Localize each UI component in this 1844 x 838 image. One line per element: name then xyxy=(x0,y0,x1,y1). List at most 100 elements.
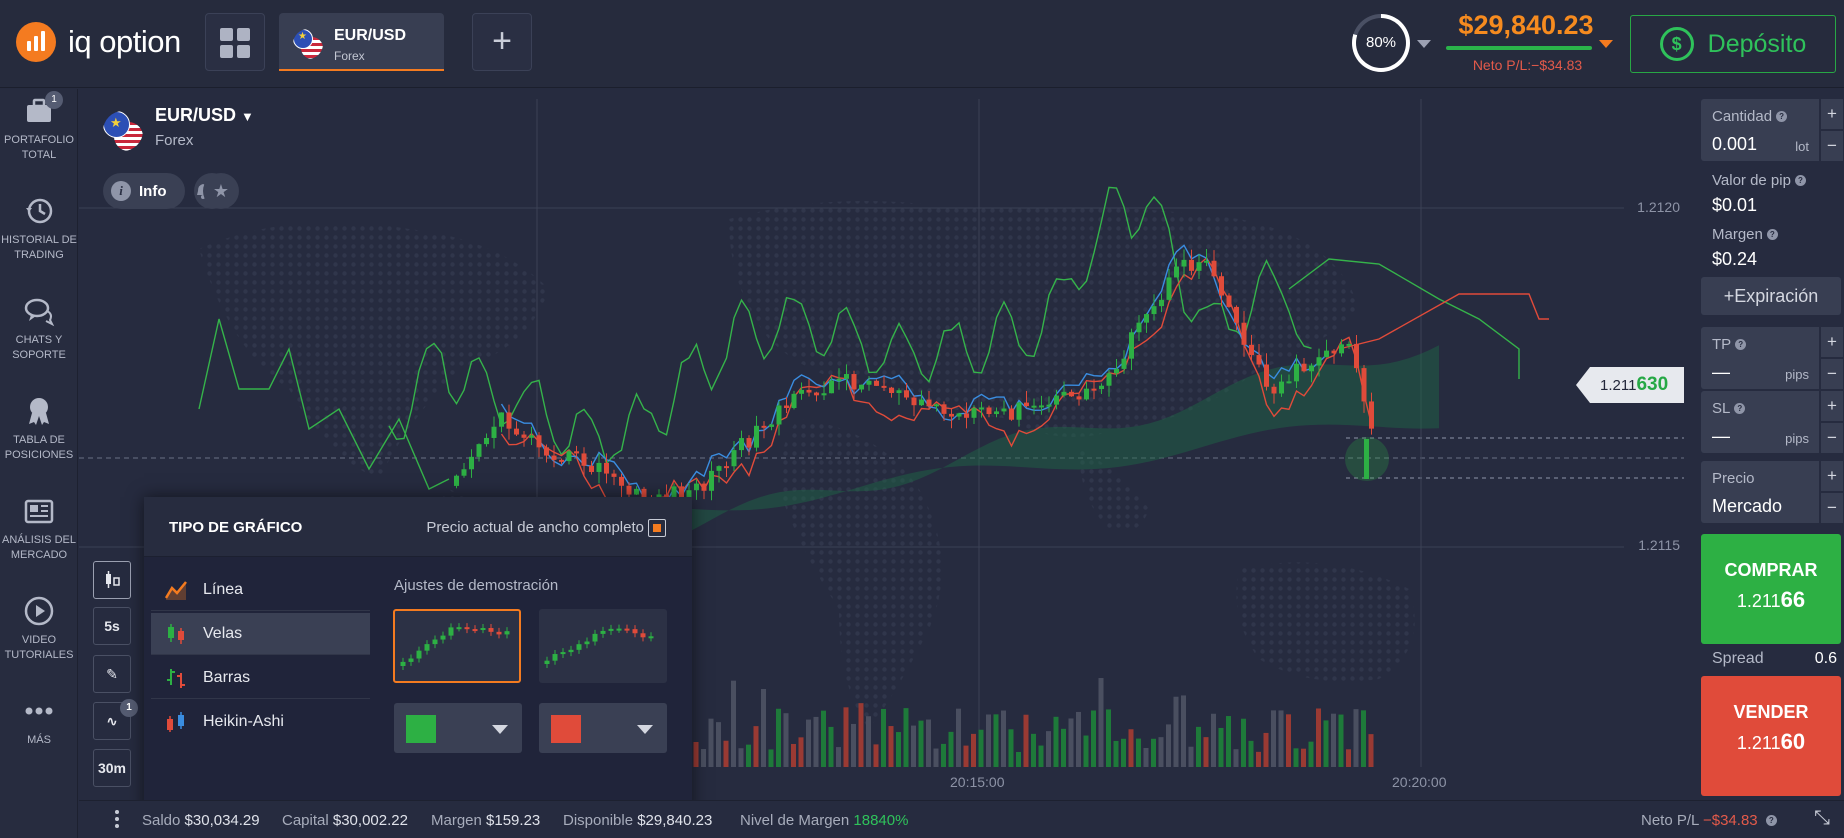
disponible-stat: Disponible $29,840.23 xyxy=(563,812,713,829)
sl-value[interactable]: — xyxy=(1712,426,1730,447)
price-label: Precio xyxy=(1712,470,1755,487)
help-icon: ? xyxy=(1734,403,1746,414)
help-icon: ? xyxy=(1794,175,1806,186)
demo-style-hollow[interactable] xyxy=(393,609,521,683)
sidebar-item-analisis[interactable]: ANÁLISIS DEL MERCADO xyxy=(0,495,78,563)
down-color-select[interactable] xyxy=(539,703,667,753)
info-button[interactable]: i Info xyxy=(103,173,185,209)
balance-value[interactable]: $29,840.23 xyxy=(1450,10,1602,41)
sidebar-item-historial[interactable]: HISTORIAL DE TRADING xyxy=(0,195,78,263)
expiration-button[interactable]: +Expiración xyxy=(1701,277,1841,315)
down-color-swatch xyxy=(551,715,581,743)
asset-tab-eurusd[interactable]: EUR/USD Forex xyxy=(279,13,444,71)
logo-text: iq option xyxy=(68,24,181,59)
tp-plus-button[interactable]: + xyxy=(1821,327,1843,357)
quantity-plus-button[interactable]: + xyxy=(1821,99,1843,129)
buy-button[interactable]: COMPRAR 1.21166 xyxy=(1701,534,1841,644)
sl-plus-button[interactable]: + xyxy=(1821,391,1843,421)
chart-type-tool-button[interactable] xyxy=(93,561,131,599)
demo-settings-title: Ajustes de demostración xyxy=(394,577,559,594)
account-gauge[interactable]: 80% xyxy=(1352,14,1410,72)
demo-candles-preview xyxy=(544,624,654,668)
balance-chevron-down-icon[interactable] xyxy=(1599,40,1613,48)
quantity-minus-button[interactable]: − xyxy=(1821,131,1843,161)
add-asset-tab-button[interactable]: + xyxy=(472,13,532,71)
chart-asset-name[interactable]: EUR/USD ▼ xyxy=(155,105,254,126)
chat-icon xyxy=(23,295,55,327)
history-icon xyxy=(23,195,55,227)
grid-icon xyxy=(220,28,233,41)
sl-minus-button[interactable]: − xyxy=(1821,423,1843,453)
quantity-field[interactable]: Cantidad? 0.001 lot xyxy=(1701,99,1819,161)
sidebar-item-portafolio[interactable]: 1 PORTAFOLIO TOTAL xyxy=(0,91,78,163)
price-value[interactable]: Mercado xyxy=(1712,496,1782,517)
star-icon[interactable]: ★ xyxy=(203,173,239,209)
demo-style-filled[interactable] xyxy=(539,609,667,683)
popup-title: TIPO DE GRÁFICO xyxy=(169,519,303,536)
full-width-checkbox[interactable] xyxy=(648,519,666,537)
sl-unit: pips xyxy=(1785,431,1809,446)
logo-icon xyxy=(16,22,56,62)
indicators-button[interactable]: ∿ 1 xyxy=(93,699,138,740)
tp-label: TP? xyxy=(1712,336,1747,353)
indicators-badge: 1 xyxy=(120,699,138,717)
candles-icon xyxy=(168,624,184,644)
chart-type-candles[interactable]: Velas xyxy=(151,613,370,655)
quantity-value[interactable]: 0.001 xyxy=(1712,134,1757,155)
chart-type-line[interactable]: Línea xyxy=(151,569,370,611)
resize-handle-icon[interactable]: ⤡ xyxy=(1814,807,1830,830)
tp-field[interactable]: TP? — pips xyxy=(1701,327,1819,389)
sidebar-item-video[interactable]: VIDEO TUTORIALES xyxy=(0,595,78,663)
briefcase-icon: 1 xyxy=(23,91,63,127)
saldo-stat: Saldo $30,034.29 xyxy=(142,812,260,829)
interval-button[interactable]: 5s xyxy=(93,607,131,645)
chart-type-bars[interactable]: Barras xyxy=(151,657,370,699)
quantity-label: Cantidad? xyxy=(1712,108,1788,125)
price-field[interactable]: Precio Mercado xyxy=(1701,461,1819,523)
margin-value: $0.24 xyxy=(1712,249,1758,269)
spread-label: Spread xyxy=(1712,650,1764,667)
tp-value[interactable]: — xyxy=(1712,362,1730,383)
sell-price: 1.21160 xyxy=(1736,729,1806,754)
bottom-menu-icon[interactable] xyxy=(115,810,121,831)
top-header: iq option EUR/USD Forex + 80% $29,840.23… xyxy=(0,0,1844,88)
sidebar-item-mas[interactable]: MÁS xyxy=(0,695,78,748)
deposit-button[interactable]: $ Depósito xyxy=(1630,15,1836,73)
header-neto-pl: Neto P/L:−$34.83 xyxy=(1472,57,1583,73)
sidebar-label: VIDEO xyxy=(21,634,57,646)
sidebar-label: PORTAFOLIO xyxy=(4,134,74,146)
sidebar-label: MÁS xyxy=(27,734,51,746)
pencil-icon[interactable]: ✎ xyxy=(93,655,131,693)
award-icon xyxy=(23,395,55,427)
price-minus-button[interactable]: − xyxy=(1821,493,1843,523)
sl-field[interactable]: SL? — pips xyxy=(1701,391,1819,453)
full-width-option-label: Precio actual de ancho completo xyxy=(426,519,644,536)
price-tick-label: 1.2115 xyxy=(1638,537,1680,553)
line-chart-icon xyxy=(165,581,187,600)
info-icon: i xyxy=(111,181,131,201)
sidebar-item-chats[interactable]: CHATS Y SOPORTE xyxy=(0,295,78,363)
sidebar-label: POSICIONES xyxy=(4,449,74,461)
balance-bar xyxy=(1446,46,1592,50)
current-price-label: 1.211630 xyxy=(1576,367,1684,403)
up-color-swatch xyxy=(406,715,436,743)
chevron-down-icon[interactable] xyxy=(1417,40,1431,48)
help-icon: ? xyxy=(1776,111,1788,122)
sell-button[interactable]: VENDER 1.21160 xyxy=(1701,676,1841,796)
margen-stat: Margen $159.23 xyxy=(431,812,541,829)
chart-type-heikin-ashi[interactable]: Heikin-Ashi xyxy=(151,701,370,743)
sidebar-label: ANÁLISIS DEL xyxy=(2,534,76,546)
help-icon: ? xyxy=(1735,339,1747,350)
timeframe-button[interactable]: 30m xyxy=(93,749,131,787)
assets-grid-button[interactable] xyxy=(205,13,265,71)
sidebar-label: HISTORIAL DE xyxy=(1,234,77,246)
tp-minus-button[interactable]: − xyxy=(1821,359,1843,389)
logo[interactable]: iq option xyxy=(16,22,181,62)
up-color-select[interactable] xyxy=(394,703,522,753)
sidebar-label: CHATS Y xyxy=(15,334,63,346)
sidebar-item-tabla[interactable]: TABLA DE POSICIONES xyxy=(0,395,78,463)
price-plus-button[interactable]: + xyxy=(1821,461,1843,491)
help-icon: ? xyxy=(1766,229,1778,240)
chevron-down-icon[interactable]: ▼ xyxy=(241,109,254,124)
bars-chart-icon xyxy=(167,669,185,688)
